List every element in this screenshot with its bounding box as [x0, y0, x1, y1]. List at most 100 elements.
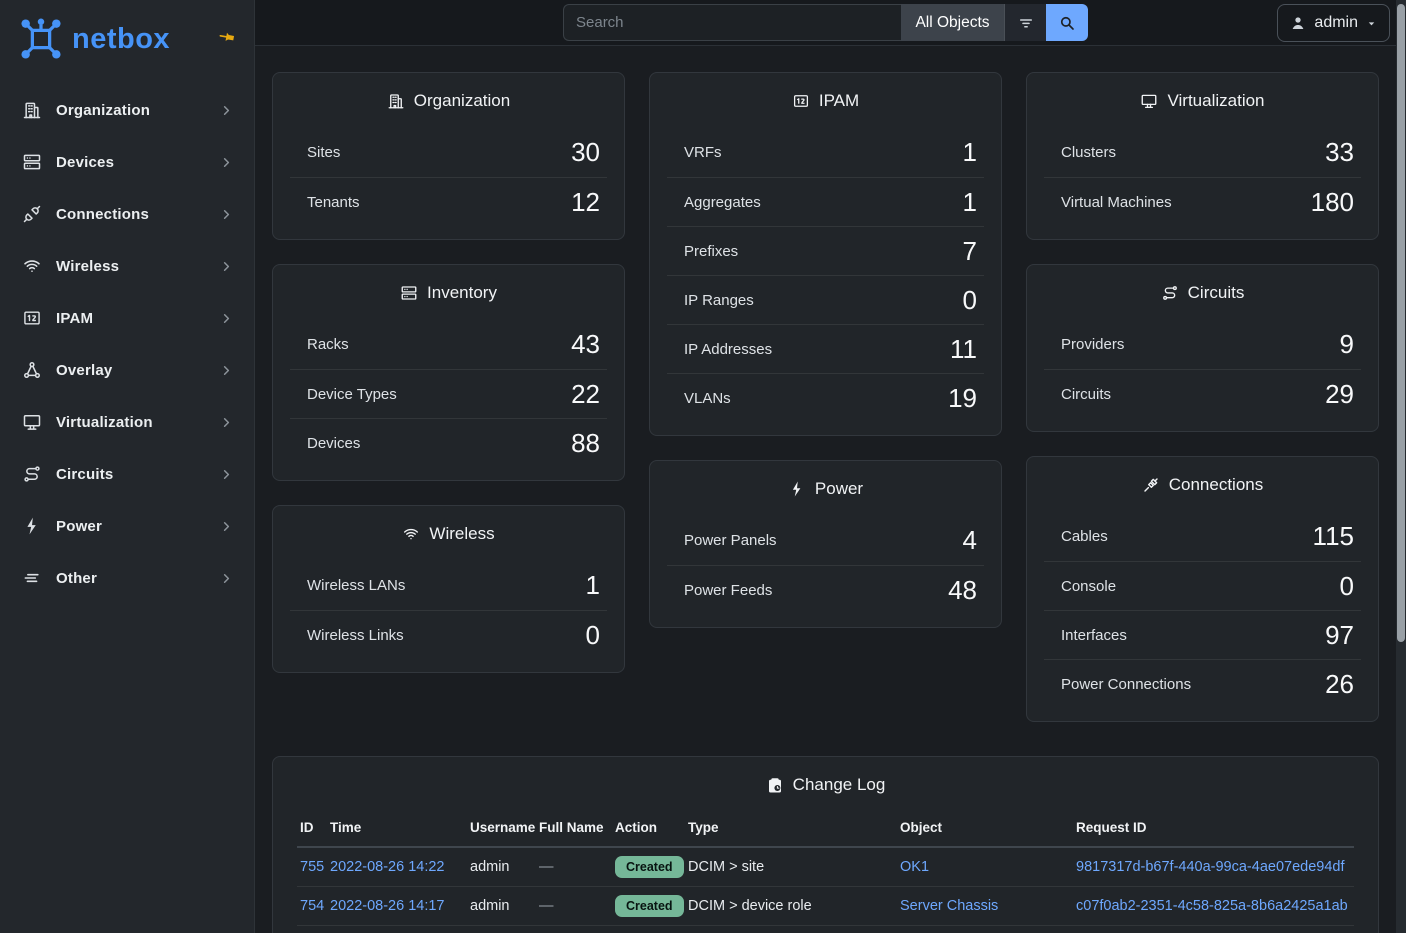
sidebar-item-connections[interactable]: Connections: [0, 188, 254, 240]
card-body-wireless: Wireless LANs1Wireless Links0: [273, 561, 624, 672]
chevron-right-icon: [219, 103, 234, 118]
stat-row-console[interactable]: Console0: [1044, 561, 1361, 610]
sidebar-item-virtualization[interactable]: Virtualization: [0, 396, 254, 448]
request-id-link[interactable]: 9817317d-b67f-440a-99ca-4ae07ede94df: [1076, 859, 1344, 875]
stat-value[interactable]: 48: [948, 575, 977, 606]
column-header-id[interactable]: ID: [297, 812, 327, 847]
stat-value[interactable]: 22: [571, 379, 600, 410]
stat-row-circuits[interactable]: Circuits29: [1044, 369, 1361, 418]
sidebar-item-label: Virtualization: [56, 414, 205, 431]
stat-value[interactable]: 1: [963, 137, 977, 168]
column-header-time[interactable]: Time: [327, 812, 467, 847]
stat-value[interactable]: 97: [1325, 620, 1354, 651]
object-link[interactable]: Server Chassis: [900, 898, 998, 914]
logo-row[interactable]: netbox: [0, 0, 254, 78]
stat-row-sites[interactable]: Sites 30: [290, 128, 607, 177]
sidebar-item-overlay[interactable]: Overlay: [0, 344, 254, 396]
stat-row-power-panels[interactable]: Power Panels4: [667, 516, 984, 565]
stat-row-power-feeds[interactable]: Power Feeds48: [667, 565, 984, 614]
stat-value[interactable]: 0: [586, 620, 600, 651]
stat-row-prefixes[interactable]: Prefixes7: [667, 226, 984, 275]
stat-value[interactable]: 7: [963, 236, 977, 267]
ip-numbers-icon: [792, 92, 810, 110]
stat-value[interactable]: 12: [571, 187, 600, 218]
stat-value[interactable]: 0: [1340, 571, 1354, 602]
page-scrollbar[interactable]: [1396, 0, 1406, 933]
action-badge-cell: Created: [612, 926, 685, 933]
stat-row-interfaces[interactable]: Interfaces97: [1044, 610, 1361, 659]
change-id-link[interactable]: 755: [300, 859, 324, 875]
stat-row-racks[interactable]: Racks43: [290, 320, 607, 369]
request-id-link-cell: 24807c61-9952-49c6-b8a5-69760bfcc4b3: [1073, 926, 1354, 933]
stat-value[interactable]: 30: [571, 137, 600, 168]
stat-value[interactable]: 88: [571, 428, 600, 459]
column-header-type[interactable]: Type: [685, 812, 897, 847]
search-filter-button[interactable]: [1004, 4, 1046, 41]
stat-value[interactable]: 4: [963, 525, 977, 556]
stat-value[interactable]: 115: [1313, 521, 1354, 552]
change-time-link[interactable]: 2022-08-26 14:22: [330, 859, 445, 875]
card-body-organization: Sites 30 Tenants12: [273, 128, 624, 239]
stat-row-power-connections[interactable]: Power Connections26: [1044, 659, 1361, 708]
stat-row-device-types[interactable]: Device Types22: [290, 369, 607, 418]
full-name: —: [539, 898, 554, 914]
stat-value[interactable]: 29: [1325, 379, 1354, 410]
chevron-right-icon: [219, 415, 234, 430]
changelog-header-row: IDTimeUsernameFull NameActionTypeObjectR…: [297, 812, 1354, 847]
stat-value[interactable]: 1: [586, 570, 600, 601]
stat-value[interactable]: 26: [1325, 669, 1354, 700]
stat-value[interactable]: 19: [948, 383, 977, 414]
column-header-object[interactable]: Object: [897, 812, 1073, 847]
stat-row-vlans[interactable]: VLANs19: [667, 373, 984, 422]
stat-row-cables[interactable]: Cables115: [1044, 512, 1361, 561]
stat-row-devices[interactable]: Devices88: [290, 418, 607, 467]
request-id-link[interactable]: c07f0ab2-2351-4c58-825a-8b6a2425a1ab: [1076, 898, 1348, 914]
sidebar-item-circuits[interactable]: Circuits: [0, 448, 254, 500]
stat-row-providers[interactable]: Providers 9: [1044, 320, 1361, 369]
search-scope-button[interactable]: All Objects: [901, 4, 1004, 41]
stat-value[interactable]: 9: [1340, 329, 1354, 360]
action-badge: Created: [615, 856, 684, 878]
stat-row-wireless-lans[interactable]: Wireless LANs1: [290, 561, 607, 610]
sidebar-item-other[interactable]: Other: [0, 552, 254, 604]
change-id-link[interactable]: 754: [300, 898, 324, 914]
stat-row-vrfs[interactable]: VRFs1: [667, 128, 984, 177]
stat-row-aggregates[interactable]: Aggregates1: [667, 177, 984, 226]
stat-row-tenants[interactable]: Tenants12: [290, 177, 607, 226]
column-header-full-name[interactable]: Full Name: [536, 812, 612, 847]
column-header-action[interactable]: Action: [612, 812, 685, 847]
column-header-request-id[interactable]: Request ID: [1073, 812, 1354, 847]
changelog-title: Change Log: [793, 775, 886, 795]
column-header-username[interactable]: Username: [467, 812, 536, 847]
stat-value[interactable]: 33: [1325, 137, 1354, 168]
stat-row-ip-addresses[interactable]: IP Addresses11: [667, 324, 984, 373]
stat-row-virtual-machines[interactable]: Virtual Machines180: [1044, 177, 1361, 226]
sidebar-item-organization[interactable]: Organization: [0, 84, 254, 136]
stat-value[interactable]: 1: [963, 187, 977, 218]
changelog-table: IDTimeUsernameFull NameActionTypeObjectR…: [297, 812, 1354, 933]
pin-sidebar-icon[interactable]: [218, 28, 236, 46]
stat-row-ip-ranges[interactable]: IP Ranges0: [667, 275, 984, 324]
search-input[interactable]: [563, 4, 901, 41]
sidebar-item-ipam[interactable]: IPAM: [0, 292, 254, 344]
card-body-circuits: Providers 9 Circuits29: [1027, 320, 1378, 431]
sidebar-item-wireless[interactable]: Wireless: [0, 240, 254, 292]
sidebar-item-label: Connections: [56, 206, 205, 223]
change-time-link[interactable]: 2022-08-26 14:17: [330, 898, 445, 914]
stat-label: Providers: [1061, 336, 1124, 353]
object-link[interactable]: OK1: [900, 859, 929, 875]
stat-value[interactable]: 43: [571, 329, 600, 360]
stat-value[interactable]: 11: [950, 334, 977, 365]
sidebar-item-power[interactable]: Power: [0, 500, 254, 552]
sidebar-item-devices[interactable]: Devices: [0, 136, 254, 188]
stat-value[interactable]: 0: [963, 285, 977, 316]
user-menu-button[interactable]: admin: [1277, 4, 1390, 42]
request-id-link-cell: 9817317d-b67f-440a-99ca-4ae07ede94df: [1073, 847, 1354, 887]
building-icon: [22, 100, 42, 120]
scrollbar-thumb[interactable]: [1397, 4, 1405, 642]
search-submit-button[interactable]: [1046, 4, 1088, 41]
stat-value[interactable]: 180: [1311, 187, 1354, 218]
stat-row-clusters[interactable]: Clusters33: [1044, 128, 1361, 177]
stat-label: Sites: [307, 144, 340, 161]
stat-row-wireless-links[interactable]: Wireless Links0: [290, 610, 607, 659]
